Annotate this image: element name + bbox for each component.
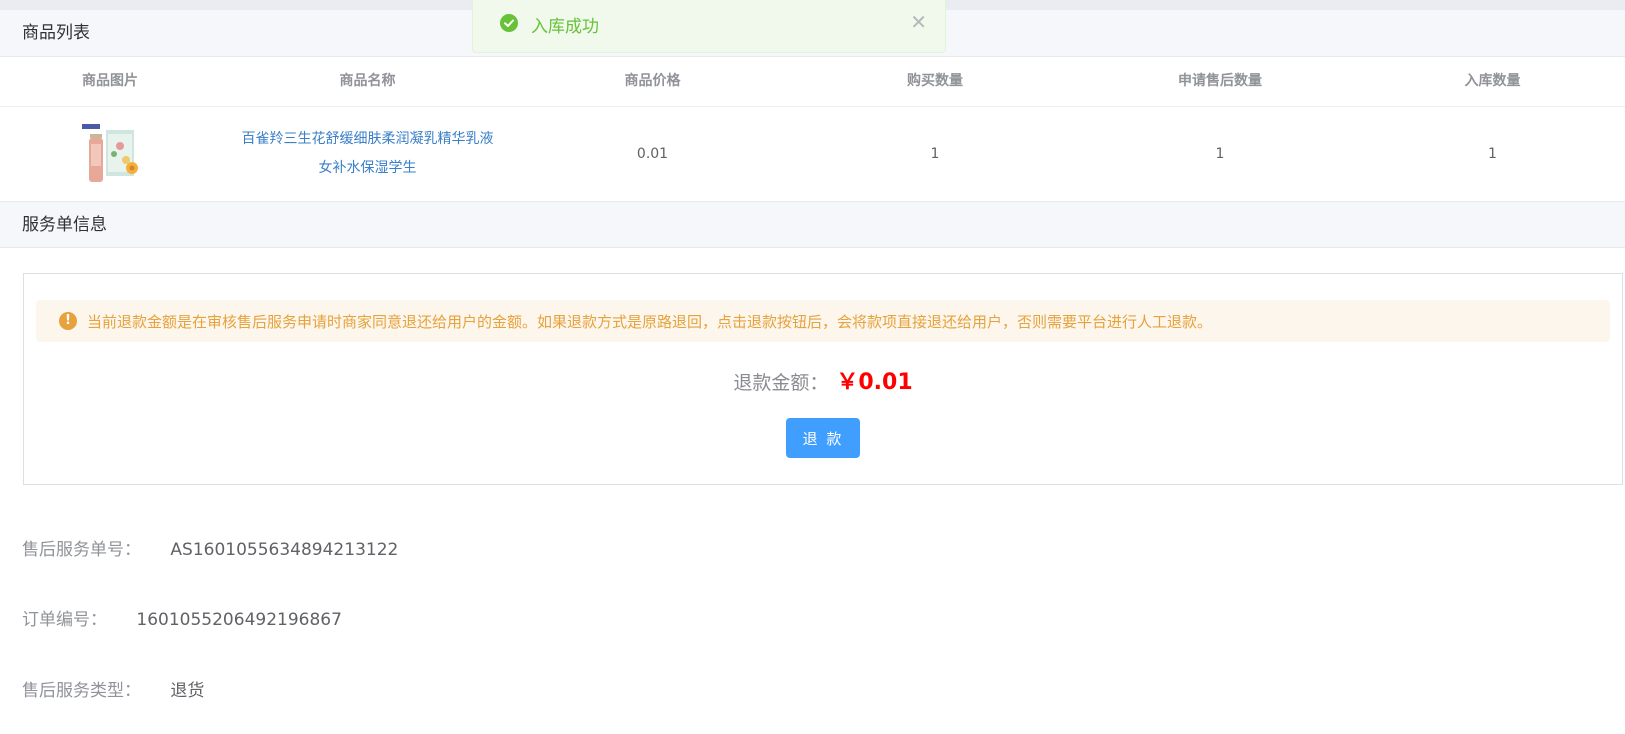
aftersale-type-row: 售后服务类型： 退货 <box>22 676 204 701</box>
aftersale-qty-cell: 1 <box>1215 146 1225 162</box>
close-icon[interactable]: ✕ <box>910 12 927 32</box>
order-number-row: 订单编号： 1601055206492196867 <box>22 605 342 630</box>
goods-table-header: 商品图片 商品名称 商品价格 购买数量 申请售后数量 入库数量 <box>0 57 1625 107</box>
aftersale-number-label: 售后服务单号： <box>22 540 141 560</box>
table-row: 百雀羚三生花舒缓细肤柔润凝乳精华乳液女补水保湿学生 0.01 1 1 1 <box>0 107 1625 201</box>
aftersale-type-label: 售后服务类型： <box>22 681 141 701</box>
refund-panel: ! 当前退款金额是在审核售后服务申请时商家同意退还给用户的金额。如果退款方式是原… <box>23 273 1623 485</box>
check-circle-icon <box>500 14 518 32</box>
order-number-label: 订单编号： <box>22 610 107 630</box>
service-info-title: 服务单信息 <box>22 215 107 235</box>
aftersale-type-value: 退货 <box>170 681 205 701</box>
warning-icon: ! <box>59 312 77 330</box>
column-header-image: 商品图片 <box>82 73 138 89</box>
product-image-cell <box>0 107 220 201</box>
aftersale-number-value: AS1601055634894213122 <box>170 540 399 560</box>
toast-message: 入库成功 <box>531 17 599 37</box>
refund-alert-text: 当前退款金额是在审核售后服务申请时商家同意退还给用户的金额。如果退款方式是原路退… <box>87 312 1213 331</box>
column-header-stock-in-qty: 入库数量 <box>1464 73 1521 89</box>
product-image[interactable] <box>80 122 140 186</box>
refund-amount-line: 退款金额： ￥0.01 <box>24 364 1622 396</box>
column-header-price: 商品价格 <box>624 73 681 89</box>
product-name-link[interactable]: 百雀羚三生花舒缓细肤柔润凝乳精华乳液女补水保湿学生 <box>235 125 500 183</box>
stock-in-qty-cell: 1 <box>1488 146 1497 162</box>
aftersale-number-row: 售后服务单号： AS1601055634894213122 <box>22 535 398 560</box>
service-info-header: 服务单信息 <box>0 201 1625 248</box>
refund-button[interactable]: 退 款 <box>786 418 860 458</box>
success-toast: 入库成功 ✕ <box>472 0 946 53</box>
column-header-buy-qty: 购买数量 <box>907 73 963 89</box>
refund-amount-label: 退款金额： <box>733 372 829 394</box>
product-name-cell: 百雀羚三生花舒缓细肤柔润凝乳精华乳液女补水保湿学生 <box>220 107 515 201</box>
refund-alert: ! 当前退款金额是在审核售后服务申请时商家同意退还给用户的金额。如果退款方式是原… <box>36 300 1610 342</box>
refund-amount-value: ￥0.01 <box>836 370 913 395</box>
goods-list-title: 商品列表 <box>22 23 90 43</box>
column-header-aftersale-qty: 申请售后数量 <box>1178 73 1262 89</box>
price-cell: 0.01 <box>636 146 669 162</box>
column-header-name: 商品名称 <box>339 73 396 89</box>
buy-qty-cell: 1 <box>930 146 940 162</box>
order-number-value: 1601055206492196867 <box>136 610 342 630</box>
